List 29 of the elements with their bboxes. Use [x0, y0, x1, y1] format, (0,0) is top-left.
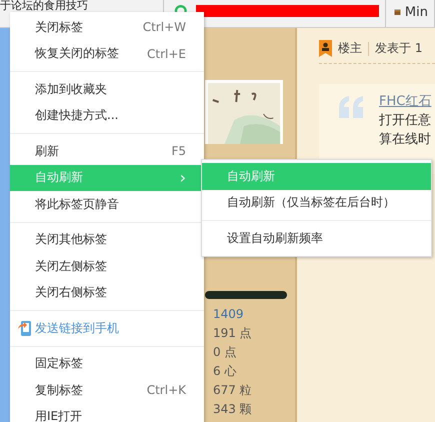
post-link[interactable]: FHC红石	[379, 92, 432, 111]
author-label: 楼主	[338, 40, 362, 57]
menu-item[interactable]: 刷新 F5	[10, 138, 204, 164]
phone-share-icon	[18, 320, 32, 336]
menu-item[interactable]: 设置自动刷新频率	[202, 225, 431, 252]
stat-value: 677 粒	[213, 382, 253, 399]
menu-item[interactable]: 添加到收藏夹	[10, 76, 204, 102]
user-badge-icon	[319, 40, 332, 57]
post-text: 算在线时	[379, 131, 432, 149]
menu-item[interactable]: 自动刷新（仅当标签在后台时）	[202, 190, 431, 216]
menu-item[interactable]: 创建快捷方式...	[10, 102, 204, 129]
browser-tab[interactable]: Min	[386, 0, 435, 27]
post-time: 发表于 1	[375, 40, 422, 57]
stat-value: 191 点	[213, 325, 253, 342]
menu-item[interactable]: 用IE打开	[10, 404, 204, 422]
menu-item[interactable]: 关闭右侧标签	[10, 280, 204, 306]
post-text: 打开任意	[379, 112, 432, 130]
menu-item[interactable]: 将此标签页静音	[10, 191, 204, 218]
quote-icon	[339, 96, 365, 118]
menu-item[interactable]: 关闭标签 Ctrl+W	[10, 14, 204, 40]
stat-value: 0 点	[213, 344, 238, 361]
menu-item[interactable]: 固定标签	[10, 350, 204, 377]
menu-item[interactable]: 关闭左侧标签	[10, 253, 204, 280]
stat-value: 6 心	[213, 363, 238, 380]
menu-item[interactable]: 关闭其他标签	[10, 226, 204, 253]
menu-item[interactable]: 复制标签 Ctrl+K	[10, 377, 204, 404]
stat-value: 1409	[213, 306, 245, 323]
menu-item[interactable]: 恢复关闭的标签 Ctrl+E	[10, 40, 204, 67]
stat-value: 343 颗	[213, 401, 253, 418]
